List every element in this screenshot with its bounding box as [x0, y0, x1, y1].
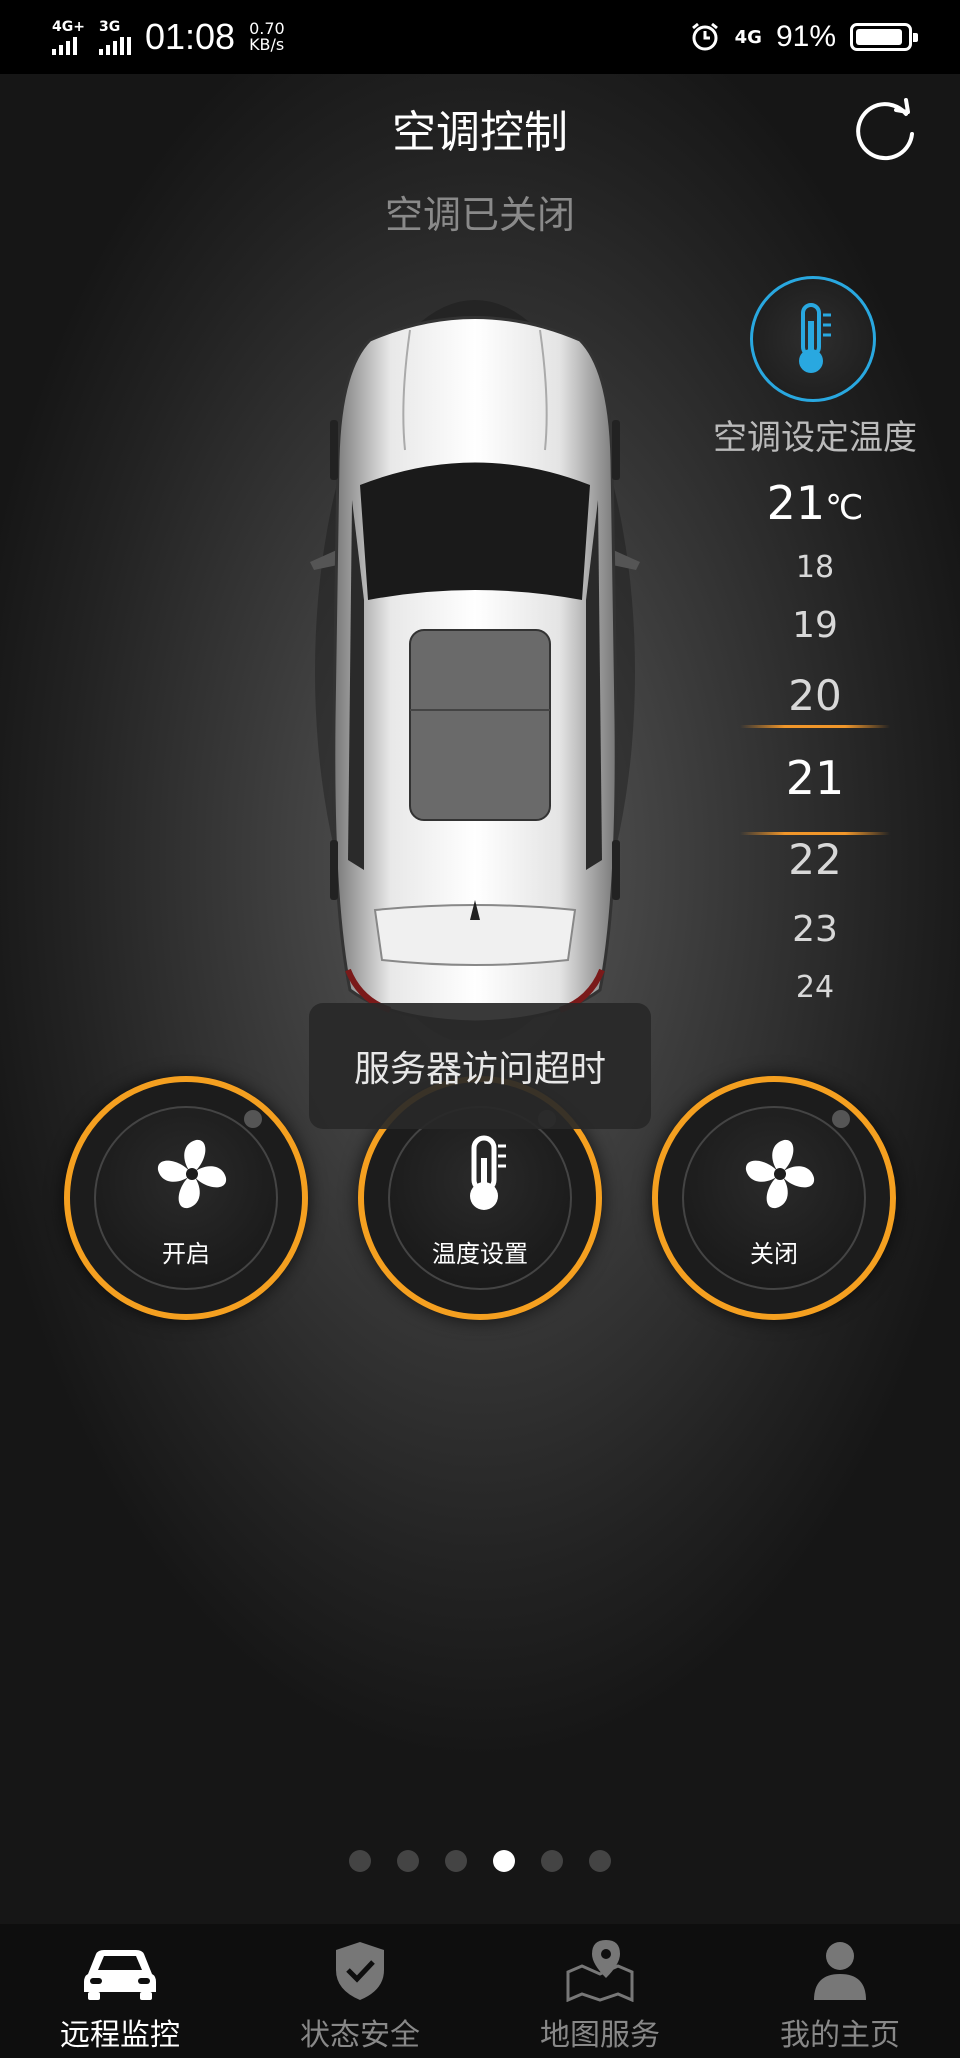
temperature-option[interactable]: 23 [740, 912, 890, 948]
map-pin-icon [566, 1940, 634, 2002]
nav-label: 状态安全 [300, 2018, 420, 2053]
status-bar: 4G+ 3G 01:08 0.70 KB/s 4G 91% [0, 0, 960, 74]
ac-on-button[interactable]: 开启 [64, 1076, 308, 1320]
thermometer-badge [750, 276, 876, 402]
toast-message: 服务器访问超时 [309, 1003, 651, 1129]
sim2-network-label: 3G [98, 18, 121, 35]
fan-icon [745, 1139, 815, 1209]
nav-label: 地图服务 [540, 2018, 660, 2053]
temperature-option[interactable]: 24 [740, 973, 890, 1003]
bottom-nav: 远程监控 状态安全 地图服务 我的主页 [0, 1924, 960, 2058]
page-indicator [0, 1850, 960, 1872]
page-title: 空调控制 [392, 107, 568, 158]
sim1-signal: 4G+ [52, 20, 85, 55]
network-speed-unit: KB/s [249, 35, 285, 54]
temperature-option[interactable]: 22 [740, 839, 890, 881]
ac-off-label: 关闭 [750, 1240, 798, 1268]
current-temperature-value: 21 [766, 476, 826, 530]
temperature-option[interactable]: 20 [740, 675, 890, 717]
page-dot [349, 1850, 371, 1872]
temperature-unit: ℃ [825, 488, 864, 528]
nav-item-remote-monitor[interactable]: 远程监控 [0, 1924, 240, 2058]
car-icon [84, 1950, 156, 2000]
status-left: 4G+ 3G 01:08 0.70 KB/s [52, 16, 285, 58]
page-dot [589, 1850, 611, 1872]
user-icon [814, 1942, 866, 2000]
page-dot [493, 1850, 515, 1872]
nav-label: 远程监控 [60, 2018, 180, 2053]
page-dot [541, 1850, 563, 1872]
page-dot [397, 1850, 419, 1872]
refresh-icon[interactable] [848, 92, 922, 166]
nav-item-map-service[interactable]: 地图服务 [480, 1924, 720, 2058]
clock: 01:08 [144, 16, 236, 57]
sim2-signal-icon [98, 36, 131, 55]
shield-check-icon [336, 1942, 384, 2000]
battery-percent: 91% [775, 20, 836, 53]
nav-label: 我的主页 [780, 2018, 900, 2053]
thermometer-icon [470, 1135, 506, 1210]
battery-fill [856, 29, 902, 45]
nav-item-my-home[interactable]: 我的主页 [720, 1924, 960, 2058]
indicator-dot [832, 1110, 850, 1128]
fan-icon [157, 1139, 227, 1209]
indicator-dot [244, 1110, 262, 1128]
status-right: 4G 91% [689, 20, 918, 54]
sim1-signal-icon [52, 36, 77, 55]
temperature-option[interactable]: 18 [740, 553, 890, 583]
temperature-option[interactable]: 21 [740, 755, 890, 801]
nav-item-status-security[interactable]: 状态安全 [240, 1924, 480, 2058]
page-dot [445, 1850, 467, 1872]
car-top-view-image [310, 300, 640, 1040]
network-speed: 0.70 KB/s [249, 21, 285, 53]
set-temperature-label: 空调设定温度 [713, 418, 917, 458]
current-temperature: 21℃ [720, 476, 910, 530]
ac-off-button[interactable]: 关闭 [652, 1076, 896, 1320]
ac-on-label: 开启 [162, 1240, 210, 1268]
thermometer-icon [799, 303, 831, 373]
sim2-signal: 3G [98, 18, 131, 55]
temperature-picker[interactable]: 18 19 20 21 22 23 24 [740, 553, 890, 1003]
temperature-setting-label: 温度设置 [432, 1240, 528, 1268]
sim1-network-label: 4G+ [52, 18, 85, 35]
mobile-network-label: 4G [734, 26, 762, 48]
temperature-option[interactable]: 19 [740, 608, 890, 644]
ac-status-text: 空调已关闭 [384, 193, 575, 237]
battery-icon [850, 23, 918, 51]
picker-selection-line-top [740, 725, 890, 728]
alarm-icon [691, 22, 718, 51]
